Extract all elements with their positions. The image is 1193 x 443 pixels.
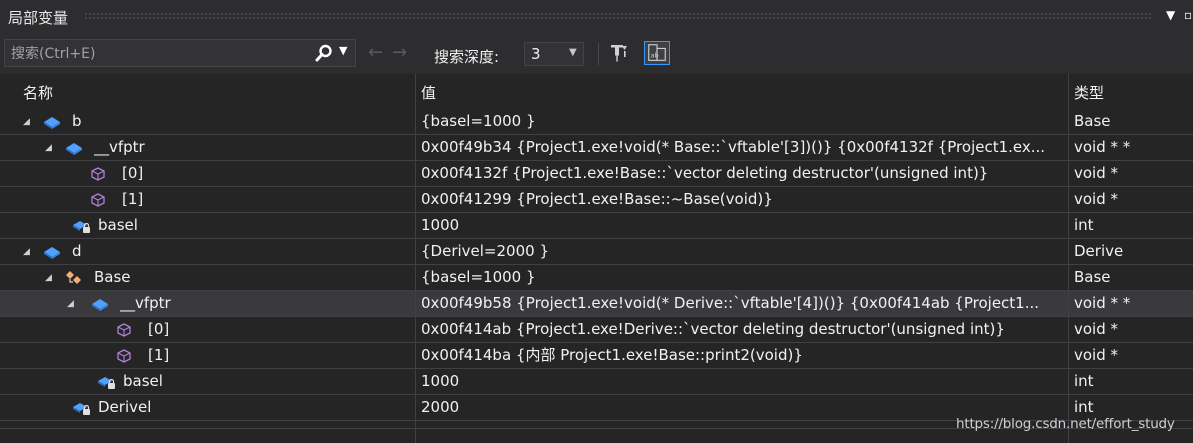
- table-row[interactable]: [1] 0x00f414ba {内部 Project1.exe!Base::pri…: [0, 343, 1193, 369]
- protected-field-icon: [97, 373, 117, 391]
- variable-name: [1]: [148, 346, 170, 364]
- variable-type: void * *: [1074, 138, 1131, 156]
- variable-type: void *: [1074, 346, 1119, 364]
- variable-type: int: [1074, 216, 1094, 234]
- variable-value[interactable]: 2000: [421, 398, 1067, 417]
- cube-icon: [114, 321, 134, 339]
- variable-name: __vfptr: [120, 294, 171, 312]
- variable-name: Base: [94, 268, 131, 286]
- variable-type: void *: [1074, 164, 1119, 182]
- variable-name: [0]: [148, 320, 170, 338]
- column-divider-value[interactable]: [415, 74, 416, 443]
- forward-arrow-icon[interactable]: →: [392, 44, 407, 62]
- variable-name: [0]: [122, 164, 144, 182]
- table-row[interactable]: [0] 0x00f414ab {Project1.exe!Derive::`vec…: [0, 317, 1193, 343]
- variable-type: Derive: [1074, 242, 1124, 260]
- table-row[interactable]: ◢ __vfptr 0x00f49b58 {Project1.exe!void(* …: [0, 291, 1193, 317]
- titlebar-grip[interactable]: [84, 12, 1153, 20]
- cube-icon: [88, 165, 108, 183]
- pin-icon[interactable]: ▫: [1184, 8, 1192, 22]
- expander-expanded-icon[interactable]: ◢: [45, 273, 52, 283]
- table-row[interactable]: basel 1000 int: [0, 213, 1193, 239]
- variable-value[interactable]: 1000: [421, 372, 1067, 391]
- variable-type: int: [1074, 398, 1094, 416]
- grid-header: 名称 值 类型: [0, 74, 1193, 109]
- search-box: ▼: [4, 39, 356, 67]
- toolbar: ▼ ← → 搜索深度: 3 ▼ ab: [0, 34, 1193, 74]
- window-menu-dropdown-icon[interactable]: ▼: [1166, 8, 1175, 22]
- column-header-name[interactable]: 名称: [23, 82, 53, 103]
- variable-type: void *: [1074, 320, 1119, 338]
- search-input[interactable]: [9, 42, 313, 66]
- window-title: 局部变量: [8, 9, 69, 27]
- variable-value[interactable]: {basel=1000 }: [421, 268, 1067, 287]
- back-arrow-icon[interactable]: ←: [368, 44, 383, 62]
- expander-expanded-icon[interactable]: ◢: [23, 117, 30, 127]
- table-row[interactable]: [1] 0x00f41299 {Project1.exe!Base::~Base(…: [0, 187, 1193, 213]
- object-icon: [64, 139, 84, 157]
- cube-icon: [114, 347, 134, 365]
- object-icon: [90, 295, 110, 313]
- variable-value[interactable]: 0x00f49b34 {Project1.exe!void(* Base::`v…: [421, 138, 1067, 157]
- variable-name: __vfptr: [94, 138, 145, 156]
- search-depth-value: 3: [531, 45, 541, 63]
- expander-expanded-icon[interactable]: ◢: [45, 143, 52, 153]
- table-row[interactable]: basel 1000 int: [0, 369, 1193, 395]
- variable-type: Base: [1074, 112, 1111, 130]
- column-header-type[interactable]: 类型: [1074, 82, 1104, 103]
- object-icon: [42, 113, 62, 131]
- pin-filter-icon[interactable]: [610, 42, 628, 64]
- search-depth-label: 搜索深度:: [434, 48, 500, 66]
- window-titlebar: 局部变量 ▼ ▫: [0, 0, 1193, 34]
- toolbar-separator: [598, 43, 599, 65]
- table-row[interactable]: ◢ b {basel=1000 } Base: [0, 109, 1193, 135]
- variable-value[interactable]: 0x00f414ba {内部 Project1.exe!Base::print2…: [421, 346, 1067, 365]
- variable-type: void * *: [1074, 294, 1131, 312]
- cube-icon: [88, 191, 108, 209]
- hex-display-toggle-icon[interactable]: ab: [644, 41, 670, 65]
- variable-name: basel: [98, 216, 138, 234]
- variable-value[interactable]: {Derivel=2000 }: [421, 242, 1067, 261]
- column-divider-type[interactable]: [1068, 74, 1069, 443]
- table-row[interactable]: ◢ Base {basel=1000 } Base: [0, 265, 1193, 291]
- expander-expanded-icon[interactable]: ◢: [23, 247, 30, 257]
- variable-value[interactable]: 0x00f4132f {Project1.exe!Base::`vector d…: [421, 164, 1067, 183]
- variable-name: b: [72, 112, 82, 130]
- expander-expanded-icon[interactable]: ◢: [67, 299, 74, 309]
- protected-field-icon: [72, 217, 92, 235]
- table-row[interactable]: ◢ __vfptr 0x00f49b34 {Project1.exe!void(* …: [0, 135, 1193, 161]
- hex-glyph-icon: ab: [648, 44, 666, 61]
- variable-type: int: [1074, 372, 1094, 390]
- variable-value[interactable]: 0x00f41299 {Project1.exe!Base::~Base(voi…: [421, 190, 1067, 209]
- table-row[interactable]: ◢ d {Derivel=2000 } Derive: [0, 239, 1193, 265]
- variable-name: [1]: [122, 190, 144, 208]
- search-options-dropdown-icon[interactable]: ▼: [339, 44, 347, 57]
- search-depth-select[interactable]: 3 ▼: [524, 42, 584, 66]
- variable-name: basel: [123, 372, 163, 390]
- variable-value[interactable]: 0x00f414ab {Project1.exe!Derive::`vector…: [421, 320, 1067, 339]
- variable-name: d: [72, 242, 82, 260]
- variable-value[interactable]: 0x00f49b58 {Project1.exe!void(* Derive::…: [421, 294, 1067, 313]
- variable-type: Base: [1074, 268, 1111, 286]
- search-icon[interactable]: [314, 43, 334, 63]
- object-icon: [42, 243, 62, 261]
- protected-field-icon: [72, 399, 92, 417]
- variable-name: Derivel: [98, 398, 152, 416]
- table-row[interactable]: [0] 0x00f4132f {Project1.exe!Base::`vecto…: [0, 161, 1193, 187]
- variable-value[interactable]: 1000: [421, 216, 1067, 235]
- watermark-text: https://blog.csdn.net/effort_study: [956, 416, 1175, 432]
- base-class-icon: [64, 269, 84, 287]
- chevron-down-icon: ▼: [569, 47, 577, 58]
- svg-text:ab: ab: [651, 52, 659, 60]
- locals-grid: 名称 值 类型 ◢ b {basel=1000 } Base ◢ __vfptr 0x00f…: [0, 74, 1193, 443]
- column-header-value[interactable]: 值: [421, 82, 436, 103]
- variable-value[interactable]: {basel=1000 }: [421, 112, 1067, 131]
- variable-type: void *: [1074, 190, 1119, 208]
